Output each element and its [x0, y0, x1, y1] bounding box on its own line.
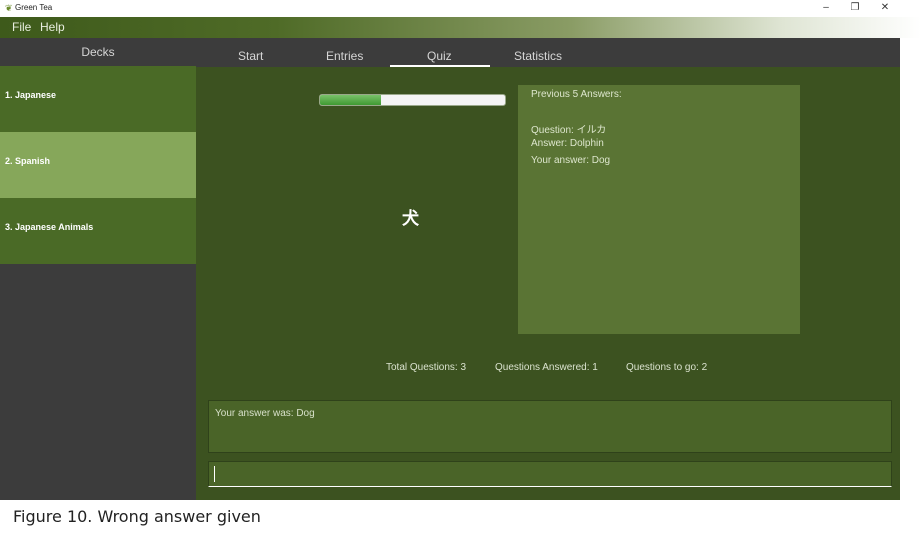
deck-label: 3. Japanese Animals	[5, 222, 94, 232]
deck-item-spanish[interactable]: 2. Spanish	[0, 132, 196, 198]
answer-input[interactable]	[208, 461, 892, 487]
tab-start[interactable]: Start	[238, 48, 263, 64]
decks-header: Decks	[81, 45, 115, 59]
restore-button[interactable]: ❐	[843, 1, 867, 15]
deck-item-japanese-animals[interactable]: 3. Japanese Animals	[0, 198, 196, 264]
previous-question: Question: イルカ	[531, 125, 607, 136]
decks-sidebar: Decks 1. Japanese 2. Spanish 3. Japanese…	[0, 38, 196, 500]
window-title: Green Tea	[15, 3, 53, 12]
answer-feedback: Your answer was: Dog	[215, 408, 315, 419]
previous-answer: Answer: Dolphin	[531, 138, 604, 149]
previous-answers-title: Previous 5 Answers:	[531, 89, 622, 100]
title-bar: ❦ Green Tea – ❐ ✕	[0, 0, 921, 17]
answer-feedback-box: Your answer was: Dog	[208, 400, 892, 453]
main-panel: Start Entries Quiz Statistics 犬 Previous…	[196, 38, 900, 500]
leaf-icon: ❦	[5, 3, 13, 13]
tab-statistics[interactable]: Statistics	[514, 48, 562, 64]
minimize-button[interactable]: –	[814, 1, 838, 15]
close-button[interactable]: ✕	[873, 1, 897, 15]
text-caret	[214, 466, 215, 482]
deck-item-japanese[interactable]: 1. Japanese	[0, 66, 196, 132]
selected-tab-indicator	[390, 65, 490, 67]
tab-entries[interactable]: Entries	[326, 48, 363, 64]
questions-to-go: Questions to go: 2	[626, 362, 708, 373]
tab-bar: Start Entries Quiz Statistics	[196, 38, 900, 67]
deck-label: 2. Spanish	[5, 156, 51, 166]
total-questions: Total Questions: 3	[386, 362, 467, 373]
previous-answers-panel: Previous 5 Answers: Question: イルカ Answer…	[518, 85, 800, 334]
figure-caption: Figure 10. Wrong answer given	[13, 507, 261, 526]
quiz-progress-fill	[320, 95, 382, 105]
questions-answered: Questions Answered: 1	[495, 362, 598, 373]
deck-label: 1. Japanese	[5, 90, 57, 100]
tab-quiz[interactable]: Quiz	[427, 48, 452, 64]
menu-file[interactable]: File	[12, 20, 31, 35]
menu-help[interactable]: Help	[40, 20, 65, 35]
question-prompt: 犬	[402, 209, 419, 229]
previous-user-answer: Your answer: Dog	[531, 155, 611, 166]
quiz-progress-bar	[319, 94, 506, 106]
menu-bar: File Help	[0, 17, 921, 38]
